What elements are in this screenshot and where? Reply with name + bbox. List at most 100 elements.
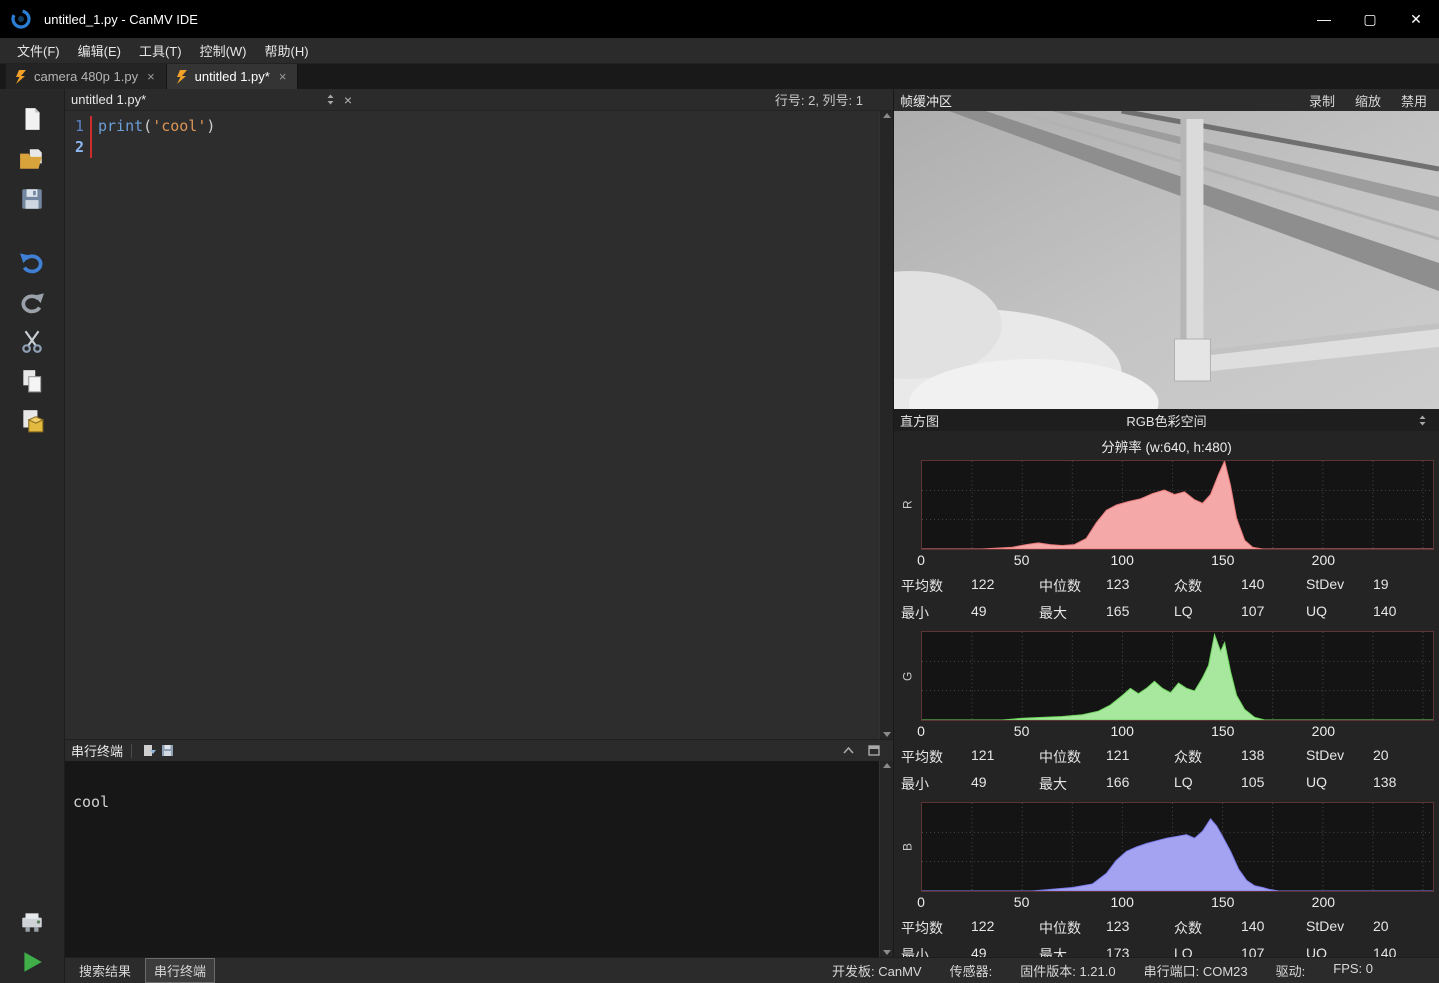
expand-panel-icon[interactable] xyxy=(865,742,883,760)
stat-value: 140 xyxy=(1241,576,1306,596)
tab-camera-480p[interactable]: camera 480p 1.py × xyxy=(6,64,167,89)
hist-x-axis: 050100150200 xyxy=(921,892,1434,914)
record-button[interactable]: 录制 xyxy=(1309,91,1335,110)
disable-button[interactable]: 禁用 xyxy=(1401,91,1427,110)
save-button[interactable] xyxy=(19,185,46,212)
stat-label: 中位数 xyxy=(1039,576,1106,596)
hist-x-tick: 150 xyxy=(1211,552,1234,568)
stat-value: 49 xyxy=(971,945,1039,957)
menu-edit[interactable]: 编辑(E) xyxy=(69,38,130,63)
histogram-area: 分辨率 (w:640, h:480) R 050100150200 平均数122… xyxy=(894,431,1439,957)
hist-stats: 平均数121中位数121众数138StDev20最小49最大166LQ105UQ… xyxy=(894,747,1434,794)
code-editor[interactable]: 1 2 print('cool') xyxy=(65,111,893,739)
histogram-toolbar: 直方图 RGB色彩空间 xyxy=(894,409,1439,431)
title-bar: untitled_1.py - CanMV IDE — ▢ ✕ xyxy=(0,0,1439,38)
stat-value: 123 xyxy=(1106,576,1174,596)
frame-buffer-panel: 帧缓冲区 录制 缩放 禁用 xyxy=(893,89,1439,957)
stat-label: 最小 xyxy=(901,945,971,957)
camera-frame-image xyxy=(894,111,1439,409)
run-script-button[interactable] xyxy=(19,948,46,975)
stat-label: 众数 xyxy=(1174,918,1241,938)
script-lightning-icon xyxy=(15,70,27,84)
code-paren: ) xyxy=(206,117,215,135)
scroll-up-icon[interactable] xyxy=(883,763,891,768)
maximize-button[interactable]: ▢ xyxy=(1347,0,1393,38)
stat-value: 121 xyxy=(1106,747,1174,767)
stat-label: UQ xyxy=(1306,774,1373,794)
hist-x-tick: 50 xyxy=(1014,552,1030,568)
colorspace-updown-icon[interactable] xyxy=(1413,411,1431,429)
updown-arrows-icon[interactable] xyxy=(321,91,339,109)
serial-terminal-output[interactable]: cool xyxy=(65,761,893,957)
hist-x-tick: 0 xyxy=(917,894,925,910)
document-header: untitled 1.py* × 行号: 2, 列号: 1 xyxy=(65,89,893,111)
histogram-channel: B 050100150200 平均数122中位数123众数140StDev20最… xyxy=(894,802,1434,957)
status-tab-search-results[interactable]: 搜索结果 xyxy=(71,959,139,982)
document-close-icon[interactable]: × xyxy=(339,92,357,108)
status-firmware-version[interactable]: 固件版本: 1.21.0 xyxy=(1020,961,1115,980)
scroll-down-icon[interactable] xyxy=(883,950,891,955)
stat-label: 最小 xyxy=(901,603,971,623)
hist-axis-label: R xyxy=(894,460,921,550)
hist-stats: 平均数122中位数123众数140StDev19最小49最大165LQ107UQ… xyxy=(894,576,1434,623)
save-log-icon[interactable] xyxy=(158,742,176,760)
menu-control[interactable]: 控制(W) xyxy=(191,38,256,63)
stat-value: 107 xyxy=(1241,603,1306,623)
status-fps: FPS: 0 xyxy=(1333,961,1373,980)
connect-board-button[interactable] xyxy=(19,908,46,935)
stat-value: 173 xyxy=(1106,945,1174,957)
changed-lines-marker xyxy=(90,116,92,158)
new-file-button[interactable] xyxy=(19,105,46,132)
stat-value: 166 xyxy=(1106,774,1174,794)
status-sensor[interactable]: 传感器: xyxy=(950,961,993,980)
left-toolbar xyxy=(0,89,65,983)
status-bar: 搜索结果 串行终端 开发板: CanMV 传感器: 固件版本: 1.21.0 串… xyxy=(65,957,1439,983)
zoom-button[interactable]: 缩放 xyxy=(1355,91,1381,110)
terminal-scrollbar[interactable] xyxy=(879,761,893,957)
redo-button[interactable] xyxy=(19,287,46,314)
minimize-button[interactable]: — xyxy=(1301,0,1347,38)
colorspace-dropdown[interactable]: RGB色彩空间 xyxy=(894,411,1439,430)
menu-file[interactable]: 文件(F) xyxy=(8,38,69,63)
clear-terminal-icon[interactable] xyxy=(140,742,158,760)
hist-x-tick: 0 xyxy=(917,552,925,568)
tab-untitled-1[interactable]: untitled 1.py* × xyxy=(167,64,299,89)
tab-close-icon[interactable]: × xyxy=(145,69,157,84)
app-logo-icon xyxy=(10,8,32,30)
stat-label: 平均数 xyxy=(901,576,971,596)
stat-label: UQ xyxy=(1306,945,1373,957)
code-paren: ( xyxy=(143,117,152,135)
export-package-button[interactable] xyxy=(19,407,46,434)
frame-buffer-title: 帧缓冲区 xyxy=(900,91,952,110)
menu-tools[interactable]: 工具(T) xyxy=(130,38,191,63)
status-driver[interactable]: 驱动: xyxy=(1276,961,1306,980)
stat-label: LQ xyxy=(1174,945,1241,957)
scroll-down-icon[interactable] xyxy=(883,732,891,737)
collapse-panel-icon[interactable] xyxy=(839,742,857,760)
hist-x-tick: 150 xyxy=(1211,723,1234,739)
stat-value: 20 xyxy=(1373,918,1434,938)
hist-plot xyxy=(921,460,1434,550)
stat-value: 140 xyxy=(1373,603,1434,623)
cut-button[interactable] xyxy=(19,327,46,354)
scroll-up-icon[interactable] xyxy=(883,113,891,118)
line-number: 1 xyxy=(65,116,90,137)
undo-button[interactable] xyxy=(19,247,46,274)
status-tab-serial-terminal[interactable]: 串行终端 xyxy=(145,958,215,983)
hist-axis-label: B xyxy=(894,802,921,892)
document-selector[interactable]: untitled 1.py* xyxy=(71,92,321,107)
stat-value: 20 xyxy=(1373,747,1434,767)
copy-button[interactable] xyxy=(19,367,46,394)
tab-label: camera 480p 1.py xyxy=(34,69,138,84)
stat-value: 19 xyxy=(1373,576,1434,596)
editor-scrollbar[interactable] xyxy=(879,111,893,739)
hist-x-axis: 050100150200 xyxy=(921,721,1434,743)
stat-value: 165 xyxy=(1106,603,1174,623)
close-button[interactable]: ✕ xyxy=(1393,0,1439,38)
open-file-button[interactable] xyxy=(19,145,46,172)
status-serial-port[interactable]: 串行端口: COM23 xyxy=(1144,961,1248,980)
menu-help[interactable]: 帮助(H) xyxy=(256,38,318,63)
tab-close-icon[interactable]: × xyxy=(277,69,289,84)
terminal-title: 串行终端 xyxy=(71,741,123,760)
status-board[interactable]: 开发板: CanMV xyxy=(832,961,922,980)
